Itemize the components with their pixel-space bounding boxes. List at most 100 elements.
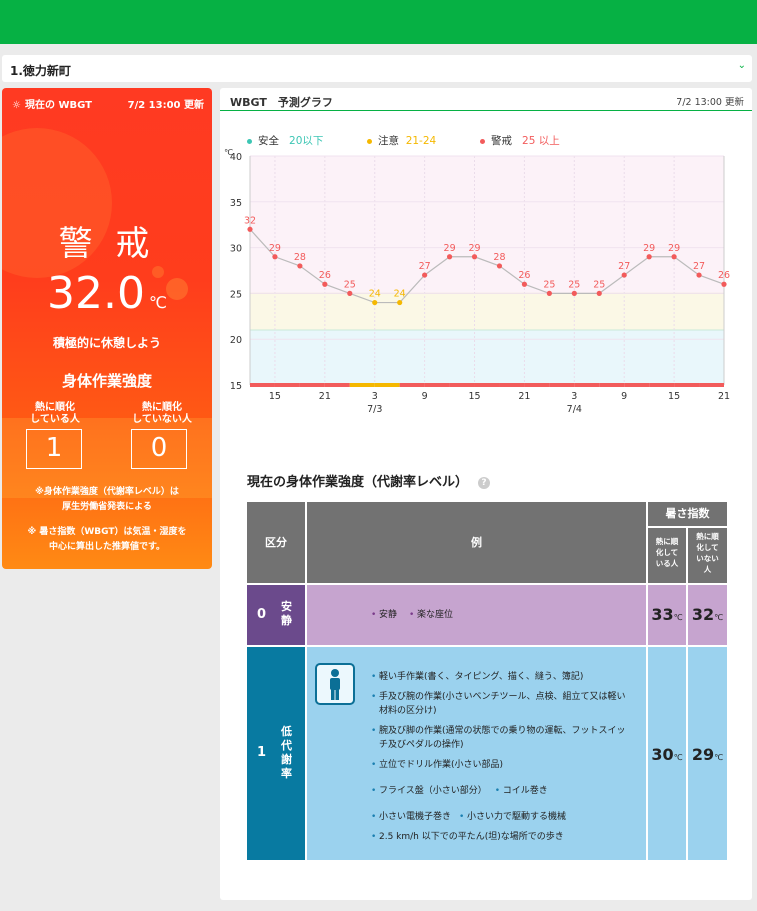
x-tick-label: 15 [668, 391, 680, 402]
forecast-panel: WBGT 予測グラフ 7/2 13:00 更新 安全 20以下 注意 21-24… [220, 88, 752, 900]
x-tick-label: 15 [269, 391, 281, 402]
data-point [496, 263, 503, 269]
x-tick-label: 3 [372, 391, 378, 402]
x-tick-label: 9 [422, 391, 428, 402]
level-bar-segment [624, 383, 650, 387]
standing-person-icon [315, 663, 355, 705]
data-label: 29 [643, 243, 655, 254]
acclimatized-intensity: 1 [26, 429, 82, 469]
row-level: 0 [257, 607, 267, 622]
legend-dot [367, 138, 372, 144]
data-point [397, 299, 403, 306]
intensity-title: 身体作業強度 [61, 372, 152, 390]
warning-level: 警 戒 [58, 224, 156, 264]
intensity-table: 区分 例 暑さ指数 熱に順 化して いる人 熱に順 化して いない 人 0 安 … [247, 502, 727, 860]
level-bar-segment [324, 383, 350, 387]
level-bar-segment [449, 383, 475, 387]
legend-name: 注意 [378, 135, 399, 147]
data-label: 32 [244, 215, 256, 226]
card-header-label: 現在の WBGT [24, 100, 92, 111]
unit: ℃ [714, 753, 724, 762]
row-rest-category: 0 安 静 [247, 585, 305, 645]
date-label: 7/4 [567, 404, 582, 415]
data-point [247, 226, 253, 232]
y-tick-label: 25 [230, 289, 242, 300]
level-bar-segment [524, 383, 550, 387]
data-point [671, 254, 677, 260]
header-heat-index: 暑さ指数 [648, 502, 727, 526]
row-low-category: 1 低 代 謝 率 [247, 647, 305, 860]
data-label: 29 [668, 243, 680, 254]
wbgt-note: ※ 暑さ指数（WBGT）は気温・湿度を 中心に算出した推算値です。 [27, 527, 187, 552]
data-point [721, 281, 727, 287]
data-label: 25 [543, 279, 555, 290]
x-tick-label: 21 [319, 391, 331, 402]
not-acclimatized-label: 熱に順化 していない人 [132, 402, 192, 425]
data-point [272, 254, 278, 260]
example-item: 2.5 km/h 以下での平たん(坦)な場所での歩き [371, 830, 633, 844]
level-bar-segment [349, 383, 375, 387]
x-tick-label: 21 [518, 391, 530, 402]
data-label: 29 [444, 243, 456, 254]
current-wbgt-card: ☼ 現在の WBGT 7/2 13:00 更新 警 戒 32.0 ℃ 積極的に休憩し… [2, 88, 212, 569]
data-point [446, 254, 453, 260]
intensity-table-title-text: 現在の身体作業強度（代謝率レベル） [247, 475, 469, 490]
example-item: 楽な座位 [409, 608, 453, 622]
data-point [372, 299, 378, 306]
y-tick-label: 35 [230, 198, 242, 209]
level-bar-segment [299, 383, 325, 387]
data-point [546, 290, 552, 296]
y-tick-label: 40 [230, 152, 242, 163]
intensity-table-title: 現在の身体作業強度（代謝率レベル）? [247, 471, 491, 490]
x-tick-label: 15 [468, 391, 480, 402]
legend-warning: 警戒 25 以上 [480, 133, 560, 148]
legend-caution: 注意 21-24 [367, 133, 436, 148]
data-label: 27 [693, 261, 705, 272]
unit: ℃ [673, 613, 683, 622]
unit: ℃ [714, 613, 724, 622]
level-bar-segment [274, 383, 300, 387]
data-label: 26 [319, 270, 331, 281]
header-category: 区分 [247, 502, 305, 583]
location-label: 1.徳力新町 [10, 64, 71, 78]
data-point [347, 290, 353, 296]
level-bar-segment [374, 383, 400, 387]
row-level: 1 [257, 745, 267, 760]
example-item: 腕及び脚の作業(通常の状態での乗り物の運転、フットスイッチ及びペダルの操作) [371, 724, 633, 752]
data-label: 25 [593, 279, 605, 290]
row-rest-acclimatized: 33℃ [648, 585, 686, 645]
header-not-acclimatized: 熱に順 化して いない 人 [688, 528, 727, 583]
question-icon[interactable]: ? [478, 476, 491, 489]
data-point [521, 281, 528, 287]
legend-range: 25 以上 [522, 135, 560, 147]
legend-range: 20以下 [289, 135, 324, 147]
data-label: 26 [718, 270, 730, 281]
data-label: 28 [493, 252, 505, 263]
header-acclimatized: 熱に順 化して いる人 [648, 528, 686, 583]
chevron-down-icon: ⌄ [737, 60, 746, 71]
temperature-value: 32.0 [47, 268, 145, 319]
data-label: 27 [618, 261, 630, 272]
level-bar-segment [474, 383, 500, 387]
level-bar-segment [574, 383, 600, 387]
level-bar-segment [649, 383, 675, 387]
acclimatized-label: 熱に順化 している人 [30, 402, 80, 425]
zone-band [250, 330, 724, 385]
card-header: ☼ 現在の WBGT [12, 96, 92, 111]
location-select[interactable]: 1.徳力新町 ⌄ [2, 55, 752, 82]
data-point [297, 263, 303, 269]
example-item: 小さい力で駆動する機械 [459, 810, 566, 824]
data-label: 24 [369, 289, 381, 300]
level-bar-segment [250, 383, 275, 387]
level-bar-segment [674, 383, 700, 387]
unit: ℃ [673, 753, 683, 762]
top-app-bar [0, 0, 757, 44]
data-label: 25 [344, 279, 356, 290]
data-point [596, 290, 602, 296]
forecast-title: WBGT 予測グラフ [230, 96, 333, 109]
data-point [322, 281, 328, 287]
legend-safe: 安全 20以下 [247, 133, 323, 148]
example-item: フライス盤（小さい部分） [371, 784, 487, 798]
data-point [696, 272, 702, 278]
not-acclimatized-intensity: 0 [131, 429, 187, 469]
